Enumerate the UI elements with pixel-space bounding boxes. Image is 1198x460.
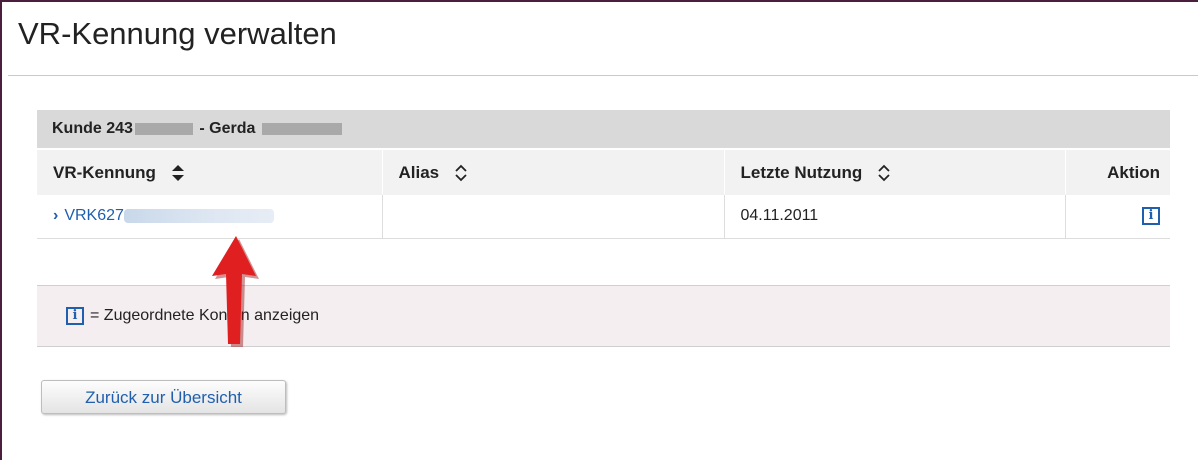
sort-icon[interactable]	[877, 164, 891, 182]
customer-cell: Kunde 243 - Gerda	[37, 110, 1170, 149]
vr-kennung-table: Kunde 243 - Gerda VR-Kennung Alias Letzt…	[37, 110, 1170, 239]
cell-alias	[382, 195, 725, 239]
column-header-aktion: Aktion	[1065, 148, 1170, 195]
info-icon[interactable]: i	[1142, 207, 1160, 226]
redacted-customer-name	[261, 122, 342, 135]
title-divider	[8, 75, 1198, 76]
table-header-row: VR-Kennung Alias Letzte Nutzung Aktion	[37, 148, 1170, 195]
redacted-customer-number	[134, 122, 193, 135]
vr-kennung-value: VRK627	[64, 207, 124, 225]
column-label-letzte-nutzung: Letzte Nutzung	[740, 162, 863, 182]
chevron-right-icon: ›	[53, 207, 59, 225]
column-label-alias: Alias	[398, 162, 440, 182]
vr-kennung-link[interactable]: › VRK627	[53, 207, 124, 224]
customer-separator: - Gerda	[194, 120, 260, 137]
redacted-vr-kennung	[123, 209, 274, 224]
table-row: › VRK627 04.11.2011 i	[37, 195, 1170, 239]
customer-prefix: Kunde 243	[52, 120, 133, 137]
sort-icon[interactable]	[171, 164, 185, 182]
customer-row: Kunde 243 - Gerda	[37, 110, 1170, 149]
annotation-arrow-icon	[212, 236, 259, 347]
column-header-alias[interactable]: Alias	[382, 148, 725, 195]
back-to-overview-button[interactable]: Zurück zur Übersicht	[41, 380, 286, 414]
column-label-vr-kennung: VR-Kennung	[53, 162, 156, 182]
column-header-letzte-nutzung[interactable]: Letzte Nutzung	[724, 148, 1066, 195]
info-icon: i	[66, 307, 84, 325]
sort-icon[interactable]	[454, 164, 468, 182]
cell-aktion: i	[1065, 195, 1170, 239]
cell-letzte-nutzung: 04.11.2011	[724, 195, 1066, 239]
page-title: VR-Kennung verwalten	[18, 16, 337, 51]
legend-text: = Zugeordnete Konten anzeigen	[90, 307, 320, 324]
column-label-aktion: Aktion	[1107, 162, 1160, 182]
column-header-vr-kennung[interactable]: VR-Kennung	[37, 148, 383, 195]
legend-bar: i = Zugeordnete Konten anzeigen	[37, 285, 1170, 347]
